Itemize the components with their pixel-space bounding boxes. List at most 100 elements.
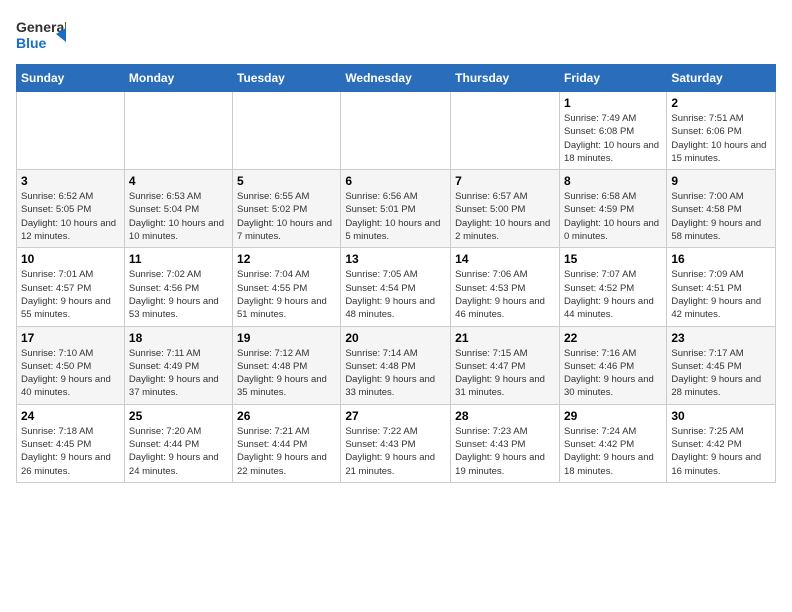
day-info: Sunrise: 7:20 AM Sunset: 4:44 PM Dayligh… xyxy=(129,425,228,478)
day-cell: 5Sunrise: 6:55 AM Sunset: 5:02 PM Daylig… xyxy=(233,170,341,248)
calendar-header-row: SundayMondayTuesdayWednesdayThursdayFrid… xyxy=(17,65,776,92)
day-cell: 8 Sunrise: 6:58 AM Sunset: 4:59 PM Daylig… xyxy=(559,170,666,248)
day-cell: 6 Sunrise: 6:56 AM Sunset: 5:01 PM Daylig… xyxy=(341,170,451,248)
day-number: 3 xyxy=(21,174,120,188)
day-cell xyxy=(341,92,451,170)
day-cell: 21 Sunrise: 7:15 AM Sunset: 4:47 PM Dayli… xyxy=(451,326,560,404)
day-info: Sunrise: 7:07 AM Sunset: 4:52 PM Dayligh… xyxy=(564,268,662,321)
day-cell: 14 Sunrise: 7:06 AM Sunset: 4:53 PM Dayli… xyxy=(451,248,560,326)
day-number: 17 xyxy=(21,331,120,345)
day-info: Sunrise: 7:06 AM Sunset: 4:53 PM Dayligh… xyxy=(455,268,555,321)
day-number: 20 xyxy=(345,331,446,345)
day-cell: 3 Sunrise: 6:52 AM Sunset: 5:05 PM Daylig… xyxy=(17,170,125,248)
week-row-3: 17 Sunrise: 7:10 AM Sunset: 4:50 PM Dayli… xyxy=(17,326,776,404)
day-number: 19 xyxy=(237,331,336,345)
day-cell: 12 Sunrise: 7:04 AM Sunset: 4:55 PM Dayli… xyxy=(233,248,341,326)
day-info: Sunrise: 7:11 AM Sunset: 4:49 PM Dayligh… xyxy=(129,347,228,400)
day-info: Sunrise: 7:16 AM Sunset: 4:46 PM Dayligh… xyxy=(564,347,662,400)
day-info: Sunrise: 7:15 AM Sunset: 4:47 PM Dayligh… xyxy=(455,347,555,400)
day-info: Sunrise: 7:18 AM Sunset: 4:45 PM Dayligh… xyxy=(21,425,120,478)
day-info: Sunrise: 7:17 AM Sunset: 4:45 PM Dayligh… xyxy=(671,347,771,400)
day-number: 29 xyxy=(564,409,662,423)
day-number: 2 xyxy=(671,96,771,110)
day-info: Sunrise: 7:02 AM Sunset: 4:56 PM Dayligh… xyxy=(129,268,228,321)
day-cell: 11Sunrise: 7:02 AM Sunset: 4:56 PM Dayli… xyxy=(124,248,232,326)
day-info: Sunrise: 7:49 AM Sunset: 6:08 PM Dayligh… xyxy=(564,112,662,165)
day-info: Sunrise: 7:04 AM Sunset: 4:55 PM Dayligh… xyxy=(237,268,336,321)
logo-svg: GeneralBlue xyxy=(16,16,66,56)
col-header-tuesday: Tuesday xyxy=(233,65,341,92)
calendar-table: SundayMondayTuesdayWednesdayThursdayFrid… xyxy=(16,64,776,483)
day-number: 28 xyxy=(455,409,555,423)
day-cell xyxy=(124,92,232,170)
day-number: 9 xyxy=(671,174,771,188)
day-number: 4 xyxy=(129,174,228,188)
day-cell: 18 Sunrise: 7:11 AM Sunset: 4:49 PM Dayli… xyxy=(124,326,232,404)
day-cell: 20 Sunrise: 7:14 AM Sunset: 4:48 PM Dayli… xyxy=(341,326,451,404)
col-header-thursday: Thursday xyxy=(451,65,560,92)
week-row-1: 3 Sunrise: 6:52 AM Sunset: 5:05 PM Daylig… xyxy=(17,170,776,248)
day-number: 6 xyxy=(345,174,446,188)
day-cell: 13 Sunrise: 7:05 AM Sunset: 4:54 PM Dayli… xyxy=(341,248,451,326)
day-number: 8 xyxy=(564,174,662,188)
day-cell: 4 Sunrise: 6:53 AM Sunset: 5:04 PM Daylig… xyxy=(124,170,232,248)
col-header-monday: Monday xyxy=(124,65,232,92)
day-number: 15 xyxy=(564,252,662,266)
day-number: 5 xyxy=(237,174,336,188)
day-cell: 22 Sunrise: 7:16 AM Sunset: 4:46 PM Dayli… xyxy=(559,326,666,404)
day-info: Sunrise: 7:09 AM Sunset: 4:51 PM Dayligh… xyxy=(671,268,771,321)
day-info: Sunrise: 7:05 AM Sunset: 4:54 PM Dayligh… xyxy=(345,268,446,321)
day-number: 27 xyxy=(345,409,446,423)
day-cell: 19 Sunrise: 7:12 AM Sunset: 4:48 PM Dayli… xyxy=(233,326,341,404)
day-number: 18 xyxy=(129,331,228,345)
header: GeneralBlue xyxy=(16,16,776,56)
day-cell: 15 Sunrise: 7:07 AM Sunset: 4:52 PM Dayli… xyxy=(559,248,666,326)
day-number: 16 xyxy=(671,252,771,266)
day-cell: 16 Sunrise: 7:09 AM Sunset: 4:51 PM Dayli… xyxy=(667,248,776,326)
day-info: Sunrise: 6:52 AM Sunset: 5:05 PM Dayligh… xyxy=(21,190,120,243)
day-cell: 1Sunrise: 7:49 AM Sunset: 6:08 PM Daylig… xyxy=(559,92,666,170)
week-row-4: 24 Sunrise: 7:18 AM Sunset: 4:45 PM Dayli… xyxy=(17,404,776,482)
day-number: 26 xyxy=(237,409,336,423)
day-cell: 10Sunrise: 7:01 AM Sunset: 4:57 PM Dayli… xyxy=(17,248,125,326)
day-info: Sunrise: 7:22 AM Sunset: 4:43 PM Dayligh… xyxy=(345,425,446,478)
day-info: Sunrise: 6:56 AM Sunset: 5:01 PM Dayligh… xyxy=(345,190,446,243)
col-header-wednesday: Wednesday xyxy=(341,65,451,92)
day-info: Sunrise: 7:10 AM Sunset: 4:50 PM Dayligh… xyxy=(21,347,120,400)
day-cell xyxy=(233,92,341,170)
day-cell: 24 Sunrise: 7:18 AM Sunset: 4:45 PM Dayli… xyxy=(17,404,125,482)
day-info: Sunrise: 6:57 AM Sunset: 5:00 PM Dayligh… xyxy=(455,190,555,243)
day-cell xyxy=(451,92,560,170)
day-number: 22 xyxy=(564,331,662,345)
day-info: Sunrise: 7:21 AM Sunset: 4:44 PM Dayligh… xyxy=(237,425,336,478)
col-header-friday: Friday xyxy=(559,65,666,92)
day-cell: 29 Sunrise: 7:24 AM Sunset: 4:42 PM Dayli… xyxy=(559,404,666,482)
day-cell: 23 Sunrise: 7:17 AM Sunset: 4:45 PM Dayli… xyxy=(667,326,776,404)
day-info: Sunrise: 6:58 AM Sunset: 4:59 PM Dayligh… xyxy=(564,190,662,243)
day-number: 21 xyxy=(455,331,555,345)
day-number: 12 xyxy=(237,252,336,266)
day-cell: 9 Sunrise: 7:00 AM Sunset: 4:58 PM Daylig… xyxy=(667,170,776,248)
day-cell xyxy=(17,92,125,170)
day-info: Sunrise: 7:14 AM Sunset: 4:48 PM Dayligh… xyxy=(345,347,446,400)
day-cell: 17 Sunrise: 7:10 AM Sunset: 4:50 PM Dayli… xyxy=(17,326,125,404)
day-number: 30 xyxy=(671,409,771,423)
day-info: Sunrise: 6:53 AM Sunset: 5:04 PM Dayligh… xyxy=(129,190,228,243)
day-info: Sunrise: 7:23 AM Sunset: 4:43 PM Dayligh… xyxy=(455,425,555,478)
day-cell: 7Sunrise: 6:57 AM Sunset: 5:00 PM Daylig… xyxy=(451,170,560,248)
day-number: 13 xyxy=(345,252,446,266)
col-header-sunday: Sunday xyxy=(17,65,125,92)
day-number: 23 xyxy=(671,331,771,345)
day-number: 25 xyxy=(129,409,228,423)
day-info: Sunrise: 7:12 AM Sunset: 4:48 PM Dayligh… xyxy=(237,347,336,400)
day-number: 14 xyxy=(455,252,555,266)
day-info: Sunrise: 7:24 AM Sunset: 4:42 PM Dayligh… xyxy=(564,425,662,478)
day-cell: 25 Sunrise: 7:20 AM Sunset: 4:44 PM Dayli… xyxy=(124,404,232,482)
day-number: 24 xyxy=(21,409,120,423)
svg-text:Blue: Blue xyxy=(16,35,47,51)
day-info: Sunrise: 7:00 AM Sunset: 4:58 PM Dayligh… xyxy=(671,190,771,243)
day-cell: 30Sunrise: 7:25 AM Sunset: 4:42 PM Dayli… xyxy=(667,404,776,482)
logo: GeneralBlue xyxy=(16,16,66,56)
day-cell: 26 Sunrise: 7:21 AM Sunset: 4:44 PM Dayli… xyxy=(233,404,341,482)
day-info: Sunrise: 7:51 AM Sunset: 6:06 PM Dayligh… xyxy=(671,112,771,165)
